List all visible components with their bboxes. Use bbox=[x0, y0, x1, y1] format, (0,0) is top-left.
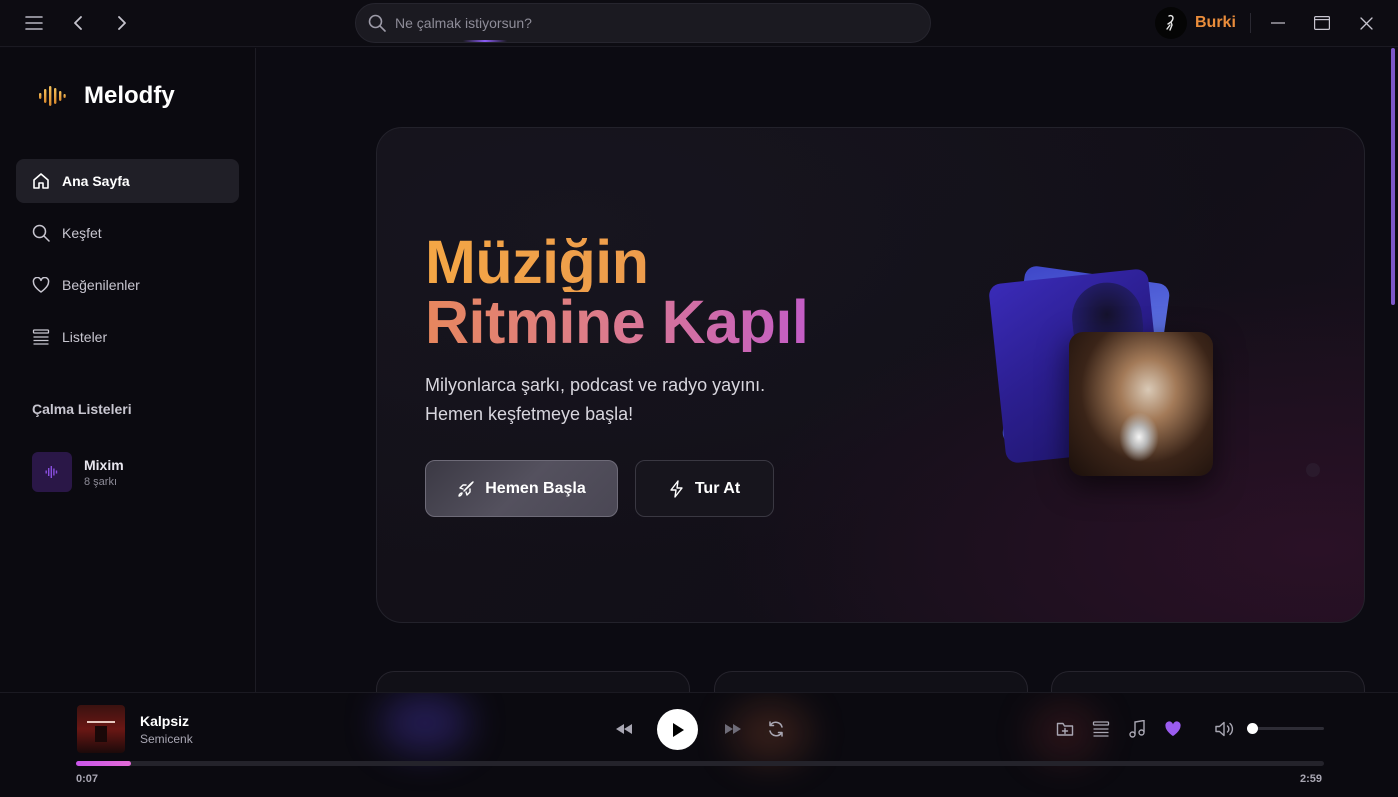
playlist-name: Mixim bbox=[84, 456, 124, 473]
feature-card[interactable] bbox=[1051, 671, 1365, 692]
nav-item-lists[interactable]: Listeler bbox=[16, 315, 239, 359]
add-to-playlist-icon[interactable] bbox=[1053, 717, 1077, 741]
hero-title-line2: Ritmine Kapıl bbox=[425, 288, 809, 356]
next-icon[interactable] bbox=[721, 719, 745, 739]
hero-title: Müziğin Ritmine Kapıl bbox=[425, 232, 809, 356]
nav-label: Beğenilenler bbox=[62, 277, 140, 293]
hero-banner: Müziğin Ritmine Kapıl Milyonlarca şarkı,… bbox=[376, 127, 1365, 623]
heart-icon bbox=[32, 277, 50, 293]
elapsed-time: 0:07 bbox=[76, 773, 99, 785]
queue-icon[interactable] bbox=[1089, 717, 1113, 741]
take-tour-label: Tur At bbox=[694, 479, 741, 497]
volume-icon[interactable] bbox=[1213, 717, 1237, 741]
logo-soundwave-icon bbox=[38, 85, 66, 107]
sidebar: Melodfy Ana Sayfa Keşfet Beğenilenler Li… bbox=[0, 48, 256, 692]
play-icon bbox=[671, 722, 685, 738]
search-input[interactable] bbox=[395, 15, 875, 31]
nav-item-home[interactable]: Ana Sayfa bbox=[16, 159, 239, 203]
album-cover-stack bbox=[988, 264, 1229, 494]
hero-subtitle-line1: Milyonlarca şarkı, podcast ve radyo yayı… bbox=[425, 375, 766, 395]
player-bar: Kalpsiz Semicenk 0:07 2:59 bbox=[0, 692, 1398, 797]
progress-fill bbox=[76, 761, 131, 766]
play-button[interactable] bbox=[657, 709, 698, 750]
rocket-icon bbox=[457, 480, 475, 498]
playlist-item[interactable]: Mixim 8 şarkı bbox=[32, 450, 242, 494]
username: Burki bbox=[1195, 14, 1236, 31]
repeat-icon[interactable] bbox=[764, 717, 788, 741]
avatar bbox=[1155, 7, 1187, 39]
get-started-button[interactable]: Hemen Başla bbox=[425, 460, 618, 517]
brand[interactable]: Melodfy bbox=[38, 82, 175, 110]
feature-card[interactable] bbox=[376, 671, 690, 692]
brand-name: Melodfy bbox=[84, 82, 175, 109]
search-bar[interactable] bbox=[355, 3, 931, 43]
previous-icon[interactable] bbox=[612, 719, 636, 739]
hero-subtitle-line2: Hemen keşfetmeye başla! bbox=[425, 404, 634, 424]
hero-subtitle: Milyonlarca şarkı, podcast ve radyo yayı… bbox=[425, 371, 765, 429]
total-duration: 2:59 bbox=[1300, 773, 1323, 785]
nav-item-discover[interactable]: Keşfet bbox=[16, 211, 239, 255]
album-cover bbox=[1069, 332, 1213, 476]
search-focus-glow bbox=[463, 40, 507, 42]
playlist-waveform-icon bbox=[32, 452, 72, 492]
hero-title-line1: Müziğin bbox=[425, 232, 808, 293]
maximize-icon[interactable] bbox=[1307, 8, 1337, 38]
search-icon bbox=[368, 14, 386, 32]
title-bar: Burki bbox=[0, 0, 1398, 47]
search-icon bbox=[32, 224, 50, 242]
track-title[interactable]: Kalpsiz bbox=[140, 713, 189, 729]
divider bbox=[1250, 13, 1251, 33]
playlist-track-count: 8 şarkı bbox=[84, 475, 118, 488]
get-started-label: Hemen Başla bbox=[485, 479, 586, 497]
main-content: Müziğin Ritmine Kapıl Milyonlarca şarkı,… bbox=[257, 48, 1390, 692]
home-icon bbox=[32, 172, 50, 190]
feature-card[interactable] bbox=[714, 671, 1028, 692]
ambient-glow bbox=[380, 693, 470, 753]
scrollbar[interactable] bbox=[1391, 48, 1395, 305]
nav-label: Keşfet bbox=[62, 225, 102, 241]
take-tour-button[interactable]: Tur At bbox=[635, 460, 774, 517]
volume-knob[interactable] bbox=[1247, 723, 1258, 734]
list-icon bbox=[32, 329, 50, 345]
nav-label: Listeler bbox=[62, 329, 108, 345]
menu-icon[interactable] bbox=[19, 8, 49, 38]
close-icon[interactable] bbox=[1351, 8, 1381, 38]
track-cover-art[interactable] bbox=[77, 705, 125, 753]
playlists-heading: Çalma Listeleri bbox=[32, 401, 132, 417]
lyrics-music-note-icon[interactable] bbox=[1125, 717, 1149, 741]
nav-item-liked[interactable]: Beğenilenler bbox=[16, 263, 239, 307]
back-arrow-icon[interactable] bbox=[63, 8, 93, 38]
user-profile[interactable]: Burki bbox=[1155, 7, 1236, 39]
minimize-icon[interactable] bbox=[1263, 8, 1293, 38]
progress-bar[interactable] bbox=[76, 761, 1324, 766]
forward-arrow-icon[interactable] bbox=[107, 8, 137, 38]
track-artist[interactable]: Semicenk bbox=[140, 732, 193, 746]
lightning-icon bbox=[669, 479, 685, 498]
nav-label: Ana Sayfa bbox=[62, 173, 130, 189]
like-heart-icon[interactable] bbox=[1161, 717, 1185, 741]
decorative-dot bbox=[1306, 463, 1320, 477]
volume-slider[interactable] bbox=[1250, 727, 1324, 730]
